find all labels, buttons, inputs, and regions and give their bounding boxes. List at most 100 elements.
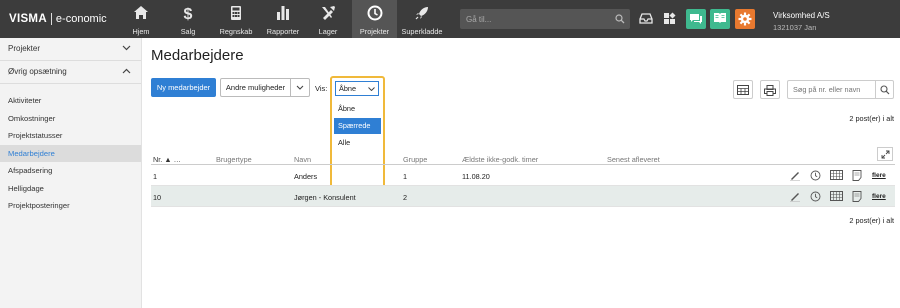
more-options-toggle[interactable] <box>290 79 309 96</box>
chevron-down-icon <box>368 87 375 91</box>
nav-salg[interactable]: $ Salg <box>168 0 208 38</box>
employee-search-button[interactable] <box>875 81 893 98</box>
sidebar-section-projekter[interactable]: Projekter <box>0 38 141 61</box>
edit-icon[interactable] <box>789 170 801 181</box>
note-icon[interactable] <box>852 170 862 181</box>
more-link[interactable]: flere <box>872 172 886 179</box>
app-logo[interactable]: VISMA e-conomic <box>9 12 107 26</box>
logo-divider <box>50 13 52 25</box>
sidebar-item-projektstatusser[interactable]: Projektstatusser <box>0 127 141 145</box>
sidebar-item-omkostninger[interactable]: Omkostninger <box>0 110 141 128</box>
nav-rapporter[interactable]: Rapporter <box>262 0 304 38</box>
print-button[interactable] <box>760 80 780 99</box>
cell-nr: 1 <box>153 172 158 181</box>
nav-superkladde-label: Superkladde <box>401 27 443 36</box>
apps-button[interactable] <box>660 9 680 29</box>
expand-icon <box>881 150 889 159</box>
chat-icon <box>690 14 702 24</box>
chevron-down-icon <box>296 85 304 90</box>
record-count-top: 2 post(er) i alt <box>849 114 894 123</box>
top-bar: VISMA e-conomic Hjem $ Salg Regnskab Rap… <box>0 0 900 38</box>
inbox-button[interactable] <box>636 9 656 29</box>
col-nr[interactable]: Nr. ▲ … <box>153 155 181 164</box>
book-button[interactable] <box>710 9 730 29</box>
sidebar-item-helligdage[interactable]: Helligdage <box>0 180 141 198</box>
main-content: Medarbejdere Ny medarbejder Andre muligh… <box>142 38 900 308</box>
sidebar-list: Aktiviteter Omkostninger Projektstatusse… <box>0 84 141 215</box>
dollar-icon: $ <box>168 5 208 27</box>
rocket-icon <box>400 5 444 27</box>
inbox-icon <box>639 13 653 24</box>
calculator-icon <box>214 5 258 27</box>
sidebar-section-label: Projekter <box>8 44 41 53</box>
employee-search-input[interactable] <box>788 81 874 98</box>
col-gruppe[interactable]: Gruppe <box>403 155 427 164</box>
new-employee-button[interactable]: Ny medarbejder <box>151 78 216 97</box>
bar-chart-icon <box>262 5 304 27</box>
nav-superkladde[interactable]: Superkladde <box>400 0 444 38</box>
vis-options: Åbne Spærrede Alle <box>334 101 381 152</box>
cell-gruppe: 2 <box>403 193 408 202</box>
columns-button[interactable] <box>733 80 753 99</box>
cell-aeldste: 11.08.20 <box>462 172 490 181</box>
table-row[interactable]: 1 Anders 1 11.08.20 flere <box>151 165 895 186</box>
col-navn[interactable]: Navn <box>294 155 311 164</box>
grid-icon[interactable] <box>830 191 843 201</box>
company-user: 1321037 Jan <box>773 23 817 32</box>
book-icon <box>714 13 726 23</box>
col-brugertype[interactable]: Brugertype <box>216 155 252 164</box>
settings-button[interactable] <box>735 9 755 29</box>
nav-rapporter-label: Rapporter <box>266 27 300 36</box>
chat-button[interactable] <box>686 9 706 29</box>
cell-gruppe: 1 <box>403 172 408 181</box>
expand-button[interactable] <box>877 147 893 161</box>
edit-icon[interactable] <box>789 191 801 202</box>
nav-projekter[interactable]: Projekter <box>352 0 397 38</box>
cell-navn: Jørgen - Konsulent <box>294 193 356 202</box>
chevron-up-icon <box>122 68 131 74</box>
grid-icon[interactable] <box>830 170 843 180</box>
clock-icon[interactable] <box>810 170 821 181</box>
page-title: Medarbejdere <box>151 47 244 64</box>
goto-search-input[interactable] <box>460 9 608 29</box>
nav-hjem-label: Hjem <box>132 27 150 36</box>
goto-search <box>460 9 630 29</box>
print-icon <box>764 85 776 96</box>
clock-icon[interactable] <box>810 191 821 202</box>
nav-lager-label: Lager <box>318 27 338 36</box>
sidebar-item-medarbejdere[interactable]: Medarbejdere <box>0 144 141 162</box>
table-header: Nr. ▲ … Brugertype Navn Gruppe Ældste ik… <box>151 147 895 165</box>
sidebar-section-oevrig[interactable]: Øvrig opsætning <box>0 61 141 84</box>
more-options-button: Andre muligheder <box>220 78 310 97</box>
nav-salg-label: Salg <box>180 27 196 36</box>
brand-name: VISMA <box>9 13 47 25</box>
product-name: e-conomic <box>55 13 107 25</box>
col-senest[interactable]: Senest afleveret <box>607 155 660 164</box>
vis-select[interactable]: Åbne <box>335 81 379 96</box>
sidebar-item-projektposteringer[interactable]: Projektposteringer <box>0 197 141 215</box>
chevron-down-icon <box>122 45 131 51</box>
more-options-label[interactable]: Andre muligheder <box>221 79 290 96</box>
vis-option-alle[interactable]: Alle <box>334 135 381 151</box>
table-row[interactable]: 10 Jørgen - Konsulent 2 flere <box>151 186 895 207</box>
svg-text:$: $ <box>184 6 193 22</box>
employees-table: Nr. ▲ … Brugertype Navn Gruppe Ældste ik… <box>151 147 895 207</box>
more-link[interactable]: flere <box>872 193 886 200</box>
sidebar-item-afspadsering[interactable]: Afspadsering <box>0 162 141 180</box>
col-aeldste[interactable]: Ældste ikke-godk. timer <box>462 155 538 164</box>
vis-select-value: Åbne <box>339 84 357 93</box>
vis-option-spaerrede[interactable]: Spærrede <box>334 118 381 134</box>
home-icon <box>122 5 160 27</box>
sidebar-item-aktiviteter[interactable]: Aktiviteter <box>0 92 141 110</box>
sidebar: Projekter Øvrig opsætning Aktiviteter Om… <box>0 38 142 308</box>
vis-option-aabne[interactable]: Åbne <box>334 101 381 117</box>
note-icon[interactable] <box>852 191 862 202</box>
table-icon <box>737 85 749 95</box>
clock-icon <box>352 5 397 27</box>
company-name: Virksomhed A/S <box>773 11 830 20</box>
nav-lager[interactable]: Lager <box>310 0 346 38</box>
nav-regnskab[interactable]: Regnskab <box>214 0 258 38</box>
search-icon[interactable] <box>615 14 625 26</box>
nav-hjem[interactable]: Hjem <box>122 0 160 38</box>
company-info[interactable]: Virksomhed A/S 1321037 Jan <box>773 11 830 32</box>
